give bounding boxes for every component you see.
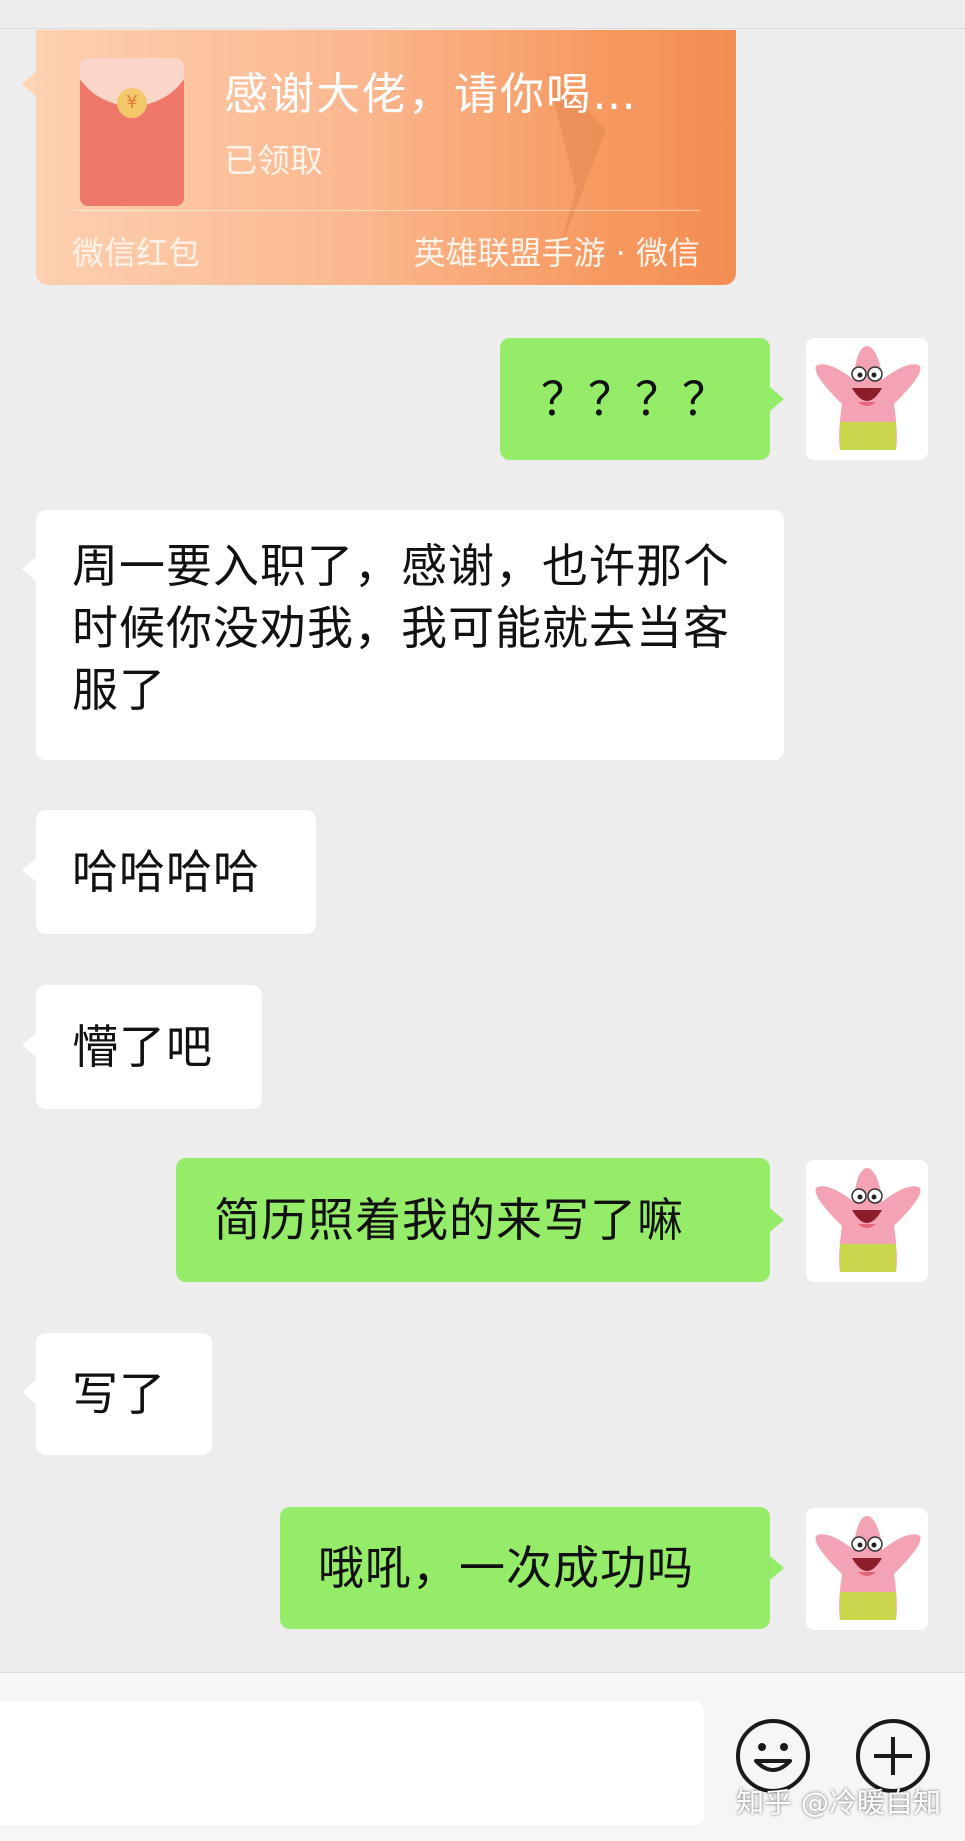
message-text: 周一要入职了，感谢，也许那个时候你没劝我，我可能就去当客服了 xyxy=(72,539,730,717)
red-packet-tail xyxy=(22,72,36,96)
incoming-message-bubble[interactable]: 周一要入职了，感谢，也许那个时候你没劝我，我可能就去当客服了 xyxy=(36,510,784,760)
outgoing-message-bubble[interactable]: 哦吼，一次成功吗 xyxy=(280,1507,770,1629)
message-text: ？？？？ xyxy=(541,372,729,426)
incoming-message-bubble[interactable]: 写了 xyxy=(36,1333,212,1455)
red-packet-divider xyxy=(72,210,700,211)
input-bar: 知乎 @冷暖自知 xyxy=(0,1672,965,1841)
top-divider xyxy=(0,28,965,29)
avatar[interactable] xyxy=(806,1160,928,1282)
envelope-coin-icon: ¥ xyxy=(117,88,147,118)
red-packet-status: 已领取 xyxy=(224,141,323,180)
patrick-star-avatar-icon xyxy=(815,1516,921,1620)
chat-window: ¥ 感谢大佬，请你喝… 已领取 微信红包 英雄联盟手游 · 微信 ？？？？ 周一… xyxy=(0,0,965,1841)
bubble-tail xyxy=(22,1033,36,1057)
message-text: 写了 xyxy=(72,1367,166,1421)
avatar[interactable] xyxy=(806,338,928,460)
message-text: 懵了吧 xyxy=(72,1020,213,1074)
bubble-tail xyxy=(770,1208,784,1232)
watermark: 知乎 @冷暖自知 xyxy=(736,1786,941,1819)
red-packet-label: 微信红包 xyxy=(72,234,201,272)
message-input[interactable] xyxy=(0,1701,704,1825)
incoming-message-bubble[interactable]: 哈哈哈哈 xyxy=(36,810,316,934)
bubble-tail xyxy=(22,557,36,581)
red-packet-source: 英雄联盟手游 · 微信 xyxy=(413,234,700,272)
message-text: 哦吼，一次成功吗 xyxy=(318,1541,694,1595)
outgoing-message-bubble[interactable]: ？？？？ xyxy=(500,338,770,460)
bubble-tail xyxy=(770,1556,784,1580)
message-text: 简历照着我的来写了嘛 xyxy=(214,1193,684,1247)
bubble-tail xyxy=(22,1380,36,1404)
bubble-tail xyxy=(770,387,784,411)
red-packet-card[interactable]: ¥ 感谢大佬，请你喝… 已领取 微信红包 英雄联盟手游 · 微信 xyxy=(36,30,736,285)
outgoing-message-bubble[interactable]: 简历照着我的来写了嘛 xyxy=(176,1158,770,1282)
patrick-star-avatar-icon xyxy=(815,1168,921,1272)
avatar[interactable] xyxy=(806,1508,928,1630)
red-packet-title: 感谢大佬，请你喝… xyxy=(224,69,638,120)
message-text: 哈哈哈哈 xyxy=(72,845,260,899)
red-envelope-icon: ¥ xyxy=(80,58,184,206)
patrick-star-avatar-icon xyxy=(815,346,921,450)
bubble-tail xyxy=(22,858,36,882)
incoming-message-bubble[interactable]: 懵了吧 xyxy=(36,985,262,1109)
